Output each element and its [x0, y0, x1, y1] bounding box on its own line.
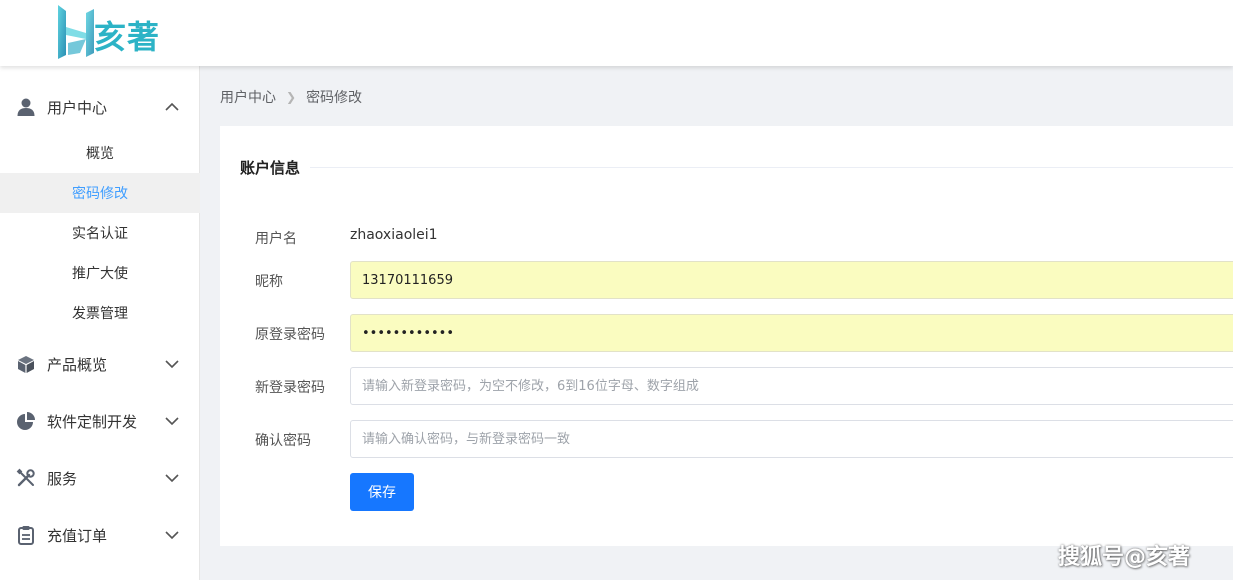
- clipboard-icon: [18, 526, 34, 545]
- new-password-input[interactable]: [350, 367, 1233, 405]
- sidebar-item-invoice-management[interactable]: 发票管理: [0, 293, 200, 333]
- watermark: 搜狐号@亥著: [1058, 545, 1191, 570]
- nickname-row: 昵称: [220, 261, 1233, 299]
- sidebar-group-recharge-orders[interactable]: 充值订单: [0, 507, 200, 563]
- sidebar-group-user-center[interactable]: 用户中心: [0, 79, 200, 135]
- user-icon: [17, 98, 35, 116]
- logo-mark-icon: [58, 5, 94, 59]
- sidebar-group-product-overview[interactable]: 产品概览: [0, 336, 200, 392]
- sidebar-item-overview[interactable]: 概览: [0, 133, 200, 173]
- cube-icon: [18, 356, 34, 373]
- chevron-down-icon: [165, 360, 179, 369]
- new-password-row: 新登录密码: [220, 367, 1233, 405]
- confirm-password-row: 确认密码: [220, 420, 1233, 458]
- breadcrumb: 用户中心 ❯ 密码修改: [220, 87, 362, 107]
- section-divider: [310, 167, 1233, 168]
- username-value: zhaoxiaolei1: [350, 227, 438, 243]
- sidebar-item-real-name-auth[interactable]: 实名认证: [0, 213, 200, 253]
- sidebar: 用户中心 概览 密码修改 实名认证 推广大使 发票管理 产品概览 软件定制开发: [0, 66, 200, 580]
- old-password-input[interactable]: [350, 314, 1233, 352]
- breadcrumb-current: 密码修改: [306, 90, 363, 106]
- breadcrumb-separator-icon: ❯: [286, 90, 297, 104]
- sidebar-group-label: 产品概览: [47, 355, 108, 374]
- sidebar-item-change-password[interactable]: 密码修改: [0, 173, 200, 213]
- sidebar-item-promotion-ambassador[interactable]: 推广大使: [0, 253, 200, 293]
- sidebar-group-label: 软件定制开发: [47, 412, 138, 431]
- username-label: 用户名: [255, 231, 297, 247]
- chevron-down-icon: [165, 417, 179, 426]
- sidebar-group-label: 充值订单: [47, 526, 108, 545]
- breadcrumb-parent[interactable]: 用户中心: [220, 87, 276, 107]
- logo-text: 亥著: [94, 18, 161, 56]
- new-password-label: 新登录密码: [255, 380, 325, 396]
- chevron-up-icon: [165, 102, 179, 111]
- nickname-label: 昵称: [255, 274, 283, 290]
- old-password-row: 原登录密码: [220, 314, 1233, 352]
- top-header: 亥著: [0, 0, 1233, 66]
- confirm-password-input[interactable]: [350, 420, 1233, 458]
- section-title: 账户信息: [240, 159, 301, 177]
- sidebar-group-service[interactable]: 服务: [0, 450, 200, 506]
- brand-logo[interactable]: 亥著: [56, 2, 160, 62]
- nickname-input[interactable]: [350, 261, 1233, 299]
- chevron-down-icon: [165, 531, 179, 540]
- confirm-password-label: 确认密码: [255, 433, 311, 449]
- save-button[interactable]: 保存: [350, 473, 414, 511]
- chevron-down-icon: [165, 474, 179, 483]
- sidebar-group-label: 服务: [47, 469, 78, 488]
- username-row: 用户名 zhaoxiaolei1: [220, 218, 1233, 256]
- account-info-card: 账户信息 用户名 zhaoxiaolei1 昵称 原登录密码 新登录密码 确认密…: [220, 126, 1233, 546]
- sidebar-group-label: 用户中心: [47, 98, 108, 117]
- tools-icon: [16, 468, 35, 487]
- pie-chart-icon: [17, 412, 35, 430]
- old-password-label: 原登录密码: [255, 327, 325, 343]
- sidebar-group-custom-software[interactable]: 软件定制开发: [0, 393, 200, 449]
